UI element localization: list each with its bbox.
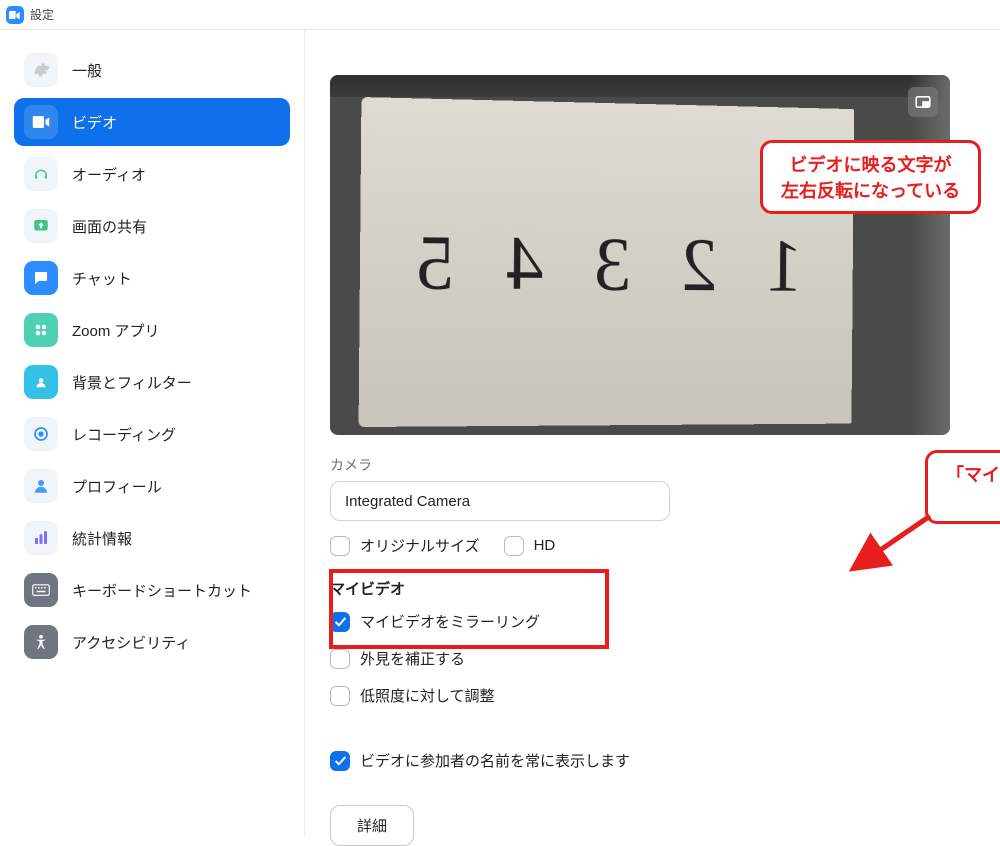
sidebar-item-label: ビデオ — [72, 112, 117, 133]
settings-sidebar: 一般 ビデオ オーディオ 画面の共有 チャット — [0, 30, 305, 837]
share-screen-icon — [24, 209, 58, 243]
video-icon — [24, 105, 58, 139]
sidebar-item-recording[interactable]: レコーディング — [14, 410, 290, 458]
window-title: 設定 — [30, 6, 54, 23]
option-label: 低照度に対して調整 — [360, 685, 495, 706]
sidebar-item-zoom-apps[interactable]: Zoom アプリ — [14, 306, 290, 354]
sidebar-item-label: キーボードショートカット — [72, 580, 252, 601]
option-show-names[interactable]: ビデオに参加者の名前を常に表示します — [330, 742, 950, 779]
annotation-highlight-box — [329, 569, 609, 649]
sidebar-item-label: プロフィール — [72, 476, 162, 497]
option-label: ビデオに参加者の名前を常に表示します — [360, 750, 630, 771]
sidebar-item-stats[interactable]: 統計情報 — [14, 514, 290, 562]
record-icon — [24, 417, 58, 451]
camera-preview: 5 4 3 2 1 — [330, 75, 950, 435]
checkbox-unchecked-icon — [330, 536, 350, 556]
settings-content: 5 4 3 2 1 ビデオに映る文字が 左右反転になっている 「マイビデオをミラ… — [305, 30, 1000, 837]
option-label: HD — [534, 537, 556, 554]
profile-icon — [24, 469, 58, 503]
sidebar-item-label: Zoom アプリ — [72, 320, 160, 341]
accessibility-icon — [24, 625, 58, 659]
sidebar-item-profile[interactable]: プロフィール — [14, 462, 290, 510]
sidebar-item-accessibility[interactable]: アクセシビリティ — [14, 618, 290, 666]
sidebar-item-label: 一般 — [72, 60, 102, 81]
keyboard-icon — [24, 573, 58, 607]
camera-select-value: Integrated Camera — [345, 493, 470, 510]
option-label: オリジナルサイズ — [360, 535, 480, 556]
sidebar-item-label: チャット — [72, 268, 132, 289]
sidebar-item-label: 画面の共有 — [72, 216, 147, 237]
option-original-size[interactable]: オリジナルサイズ — [330, 531, 480, 560]
camera-label: カメラ — [330, 455, 950, 475]
sidebar-item-label: アクセシビリティ — [72, 632, 190, 653]
checkbox-checked-icon — [330, 751, 350, 771]
advanced-button[interactable]: 詳細 — [330, 805, 414, 846]
annotation-callout-right: 「マイビデオをミラーリング」 にチェックがある — [925, 450, 1000, 524]
sidebar-item-label: 統計情報 — [72, 528, 132, 549]
option-label: 外見を補正する — [360, 648, 465, 669]
sidebar-item-chat[interactable]: チャット — [14, 254, 290, 302]
window-titlebar: 設定 — [0, 0, 1000, 30]
sidebar-item-background[interactable]: 背景とフィルター — [14, 358, 290, 406]
sidebar-item-label: レコーディング — [72, 424, 176, 445]
sidebar-item-label: 背景とフィルター — [72, 372, 192, 393]
gear-icon — [24, 53, 58, 87]
sidebar-item-video[interactable]: ビデオ — [14, 98, 290, 146]
option-hd[interactable]: HD — [504, 531, 564, 560]
option-low-light[interactable]: 低照度に対して調整 — [330, 677, 950, 714]
sidebar-item-audio[interactable]: オーディオ — [14, 150, 290, 198]
apps-icon — [24, 313, 58, 347]
checkbox-unchecked-icon — [330, 649, 350, 669]
checkbox-unchecked-icon — [330, 686, 350, 706]
stats-icon — [24, 521, 58, 555]
sidebar-item-keyboard[interactable]: キーボードショートカット — [14, 566, 290, 614]
zoom-logo-icon — [6, 6, 24, 24]
checkbox-unchecked-icon — [504, 536, 524, 556]
headphones-icon — [24, 157, 58, 191]
video-settings-form: カメラ Integrated Camera オリジナルサイズ HD マイビデオ — [330, 455, 950, 846]
background-icon — [24, 365, 58, 399]
annotation-callout-top: ビデオに映る文字が 左右反転になっている — [760, 140, 981, 214]
sidebar-item-share[interactable]: 画面の共有 — [14, 202, 290, 250]
sidebar-item-label: オーディオ — [72, 164, 146, 185]
sidebar-item-general[interactable]: 一般 — [14, 46, 290, 94]
picture-in-picture-button[interactable] — [908, 87, 938, 117]
camera-select[interactable]: Integrated Camera — [330, 481, 670, 521]
chat-icon — [24, 261, 58, 295]
